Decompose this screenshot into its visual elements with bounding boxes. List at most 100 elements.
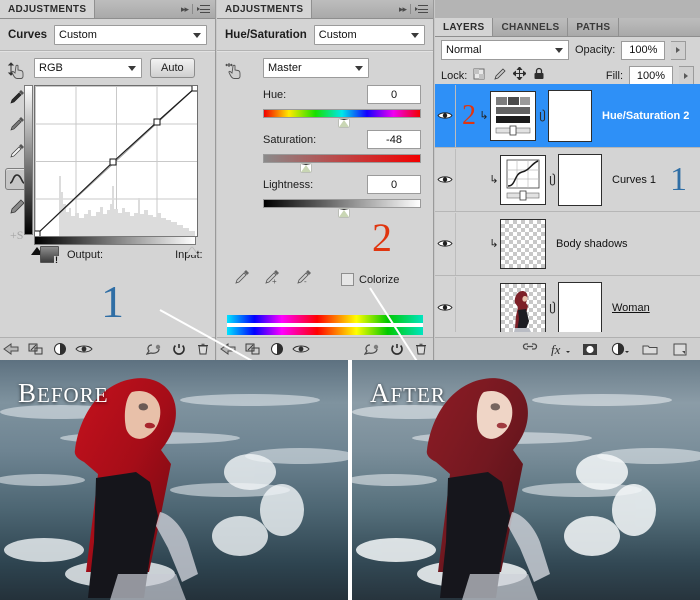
blend-mode-select[interactable]: Normal bbox=[441, 40, 569, 60]
adjustment-contrast-icon[interactable] bbox=[265, 340, 289, 358]
return-arrow-icon[interactable] bbox=[217, 340, 241, 358]
table-row[interactable]: Woman bbox=[435, 276, 700, 332]
colorize-checkbox[interactable]: Colorize bbox=[341, 273, 399, 286]
lightness-slider[interactable] bbox=[263, 199, 421, 217]
curves-body: +S RGB Auto ! Output: Input: bbox=[0, 52, 215, 265]
panel-menu-icon[interactable] bbox=[197, 4, 210, 14]
add-layer-mask-icon[interactable] bbox=[578, 340, 602, 358]
chevron-down-icon bbox=[411, 33, 419, 38]
curves-graph[interactable] bbox=[34, 85, 198, 237]
chevron-down-icon bbox=[193, 33, 201, 38]
hue-label: Hue: bbox=[263, 88, 287, 101]
layers-panel-tabbar: LAYERS CHANNELS PATHS bbox=[435, 18, 700, 37]
delete-trash-icon[interactable] bbox=[409, 340, 433, 358]
add-to-sample-eyedropper-icon[interactable]: + bbox=[263, 268, 283, 291]
lock-all-padlock-icon[interactable] bbox=[533, 67, 545, 85]
tab-label: ADJUSTMENTS bbox=[8, 3, 87, 15]
woman-photo-thumbnail[interactable] bbox=[500, 282, 546, 332]
huesat-range-value: Master bbox=[268, 62, 302, 74]
huesat-bottom-toolbar bbox=[217, 337, 433, 360]
auto-button-label: Auto bbox=[161, 62, 184, 74]
after-label: AFTER bbox=[370, 378, 446, 408]
photoshop-screenshot: ADJUSTMENTS ▸▸ Curves Custom +S RGB Auto… bbox=[0, 0, 700, 600]
layer-name: Curves 1 bbox=[612, 173, 657, 186]
reset-icon[interactable] bbox=[167, 340, 191, 358]
opacity-input[interactable]: 100% bbox=[621, 40, 666, 60]
opacity-stepper-icon[interactable] bbox=[671, 40, 687, 60]
layer-style-fx-icon[interactable]: fx bbox=[548, 340, 572, 358]
transparent-pixel-thumbnail[interactable] bbox=[500, 218, 546, 269]
toggle-visibility-eye-icon[interactable] bbox=[289, 340, 313, 358]
white-input-slider-handle[interactable] bbox=[186, 247, 198, 255]
clip-to-layer-icon[interactable] bbox=[24, 340, 48, 358]
link-mask-icon[interactable] bbox=[536, 108, 548, 123]
curves-adjustment-thumbnail[interactable] bbox=[500, 154, 546, 205]
tab-layers[interactable]: LAYERS bbox=[435, 18, 494, 36]
lock-transparent-pixels-icon[interactable] bbox=[473, 67, 485, 85]
clipping-warning-icon[interactable] bbox=[40, 246, 59, 265]
preview-previous-state-icon[interactable] bbox=[143, 340, 167, 358]
curves-channel-select[interactable]: RGB bbox=[34, 58, 142, 78]
double-arrow-right-icon[interactable]: ▸▸ bbox=[181, 4, 189, 15]
curves-histogram-and-curve bbox=[35, 86, 197, 236]
tab-channels[interactable]: CHANNELS bbox=[493, 18, 569, 36]
huesat-preset-value: Custom bbox=[318, 29, 357, 41]
new-layer-icon[interactable] bbox=[668, 340, 692, 358]
adjustment-contrast-icon[interactable] bbox=[48, 340, 72, 358]
lock-image-pixels-brush-icon[interactable] bbox=[492, 67, 506, 85]
curves-preset-select[interactable]: Custom bbox=[54, 25, 207, 45]
saturation-label: Saturation: bbox=[263, 133, 317, 146]
opacity-value: 100% bbox=[629, 44, 658, 56]
sample-eyedropper-icon[interactable] bbox=[233, 268, 251, 291]
toggle-visibility-eye-icon[interactable] bbox=[435, 148, 456, 211]
double-arrow-right-icon[interactable]: ▸▸ bbox=[399, 4, 407, 15]
hue-slider-thumb[interactable] bbox=[338, 119, 349, 127]
lightness-input[interactable]: 0 bbox=[367, 175, 421, 194]
lightness-slider-thumb[interactable] bbox=[338, 209, 349, 217]
saturation-slider[interactable] bbox=[263, 154, 421, 172]
link-mask-icon[interactable] bbox=[546, 172, 558, 187]
new-adjustment-layer-icon[interactable] bbox=[608, 340, 632, 358]
input-gradient-bar bbox=[34, 236, 196, 245]
new-group-folder-icon[interactable] bbox=[638, 340, 662, 358]
lock-position-move-icon[interactable] bbox=[512, 65, 528, 85]
hue-saturation-adjustment-thumbnail[interactable] bbox=[490, 90, 536, 141]
layer-mask-thumbnail[interactable] bbox=[548, 89, 592, 142]
toggle-visibility-eye-icon[interactable] bbox=[435, 212, 456, 275]
preview-previous-state-icon[interactable] bbox=[361, 340, 385, 358]
layer-mask-thumbnail[interactable] bbox=[558, 281, 602, 332]
subtract-from-sample-eyedropper-icon[interactable]: - bbox=[295, 268, 315, 291]
saturation-input[interactable]: -48 bbox=[367, 130, 421, 149]
table-row[interactable]: ↳ Body shadows bbox=[435, 212, 700, 276]
fill-input[interactable]: 100% bbox=[629, 66, 673, 85]
saturation-slider-thumb[interactable] bbox=[301, 164, 312, 172]
targeted-adjustment-hand-icon[interactable] bbox=[6, 60, 28, 80]
tab-adjustments-curves[interactable]: ADJUSTMENTS bbox=[0, 0, 96, 18]
reset-icon[interactable] bbox=[385, 340, 409, 358]
delete-trash-icon[interactable] bbox=[191, 340, 215, 358]
link-layers-icon[interactable] bbox=[518, 340, 542, 358]
huesat-range-select[interactable]: Master bbox=[263, 58, 369, 78]
toggle-visibility-eye-icon[interactable] bbox=[72, 340, 96, 358]
targeted-adjustment-hand-icon[interactable] bbox=[223, 60, 245, 80]
hue-slider[interactable] bbox=[263, 109, 421, 127]
toggle-visibility-eye-icon[interactable] bbox=[435, 84, 456, 147]
fill-stepper-icon[interactable] bbox=[679, 66, 694, 85]
huesat-preset-select[interactable]: Custom bbox=[313, 25, 425, 45]
clip-to-layer-icon[interactable] bbox=[241, 340, 265, 358]
panel-menu-icon[interactable] bbox=[415, 4, 428, 14]
layer-mask-thumbnail[interactable] bbox=[558, 153, 602, 206]
tab-paths[interactable]: PATHS bbox=[568, 18, 620, 36]
checkbox-box-icon[interactable] bbox=[341, 273, 354, 286]
tab-label: LAYERS bbox=[443, 21, 485, 33]
table-row[interactable]: 2 ↳ Hue/Saturation 2 bbox=[435, 84, 700, 148]
output-label: Output: bbox=[67, 248, 104, 261]
auto-button[interactable]: Auto bbox=[150, 58, 195, 78]
link-mask-icon[interactable] bbox=[546, 300, 558, 315]
tab-adjustments-huesat[interactable]: ADJUSTMENTS bbox=[217, 0, 313, 18]
table-row[interactable]: ↳ Curves 1 1 bbox=[435, 148, 700, 212]
hue-input[interactable]: 0 bbox=[367, 85, 421, 104]
toggle-visibility-eye-icon[interactable] bbox=[435, 276, 456, 332]
svg-text:fx: fx bbox=[551, 342, 561, 356]
return-arrow-icon[interactable] bbox=[0, 340, 24, 358]
